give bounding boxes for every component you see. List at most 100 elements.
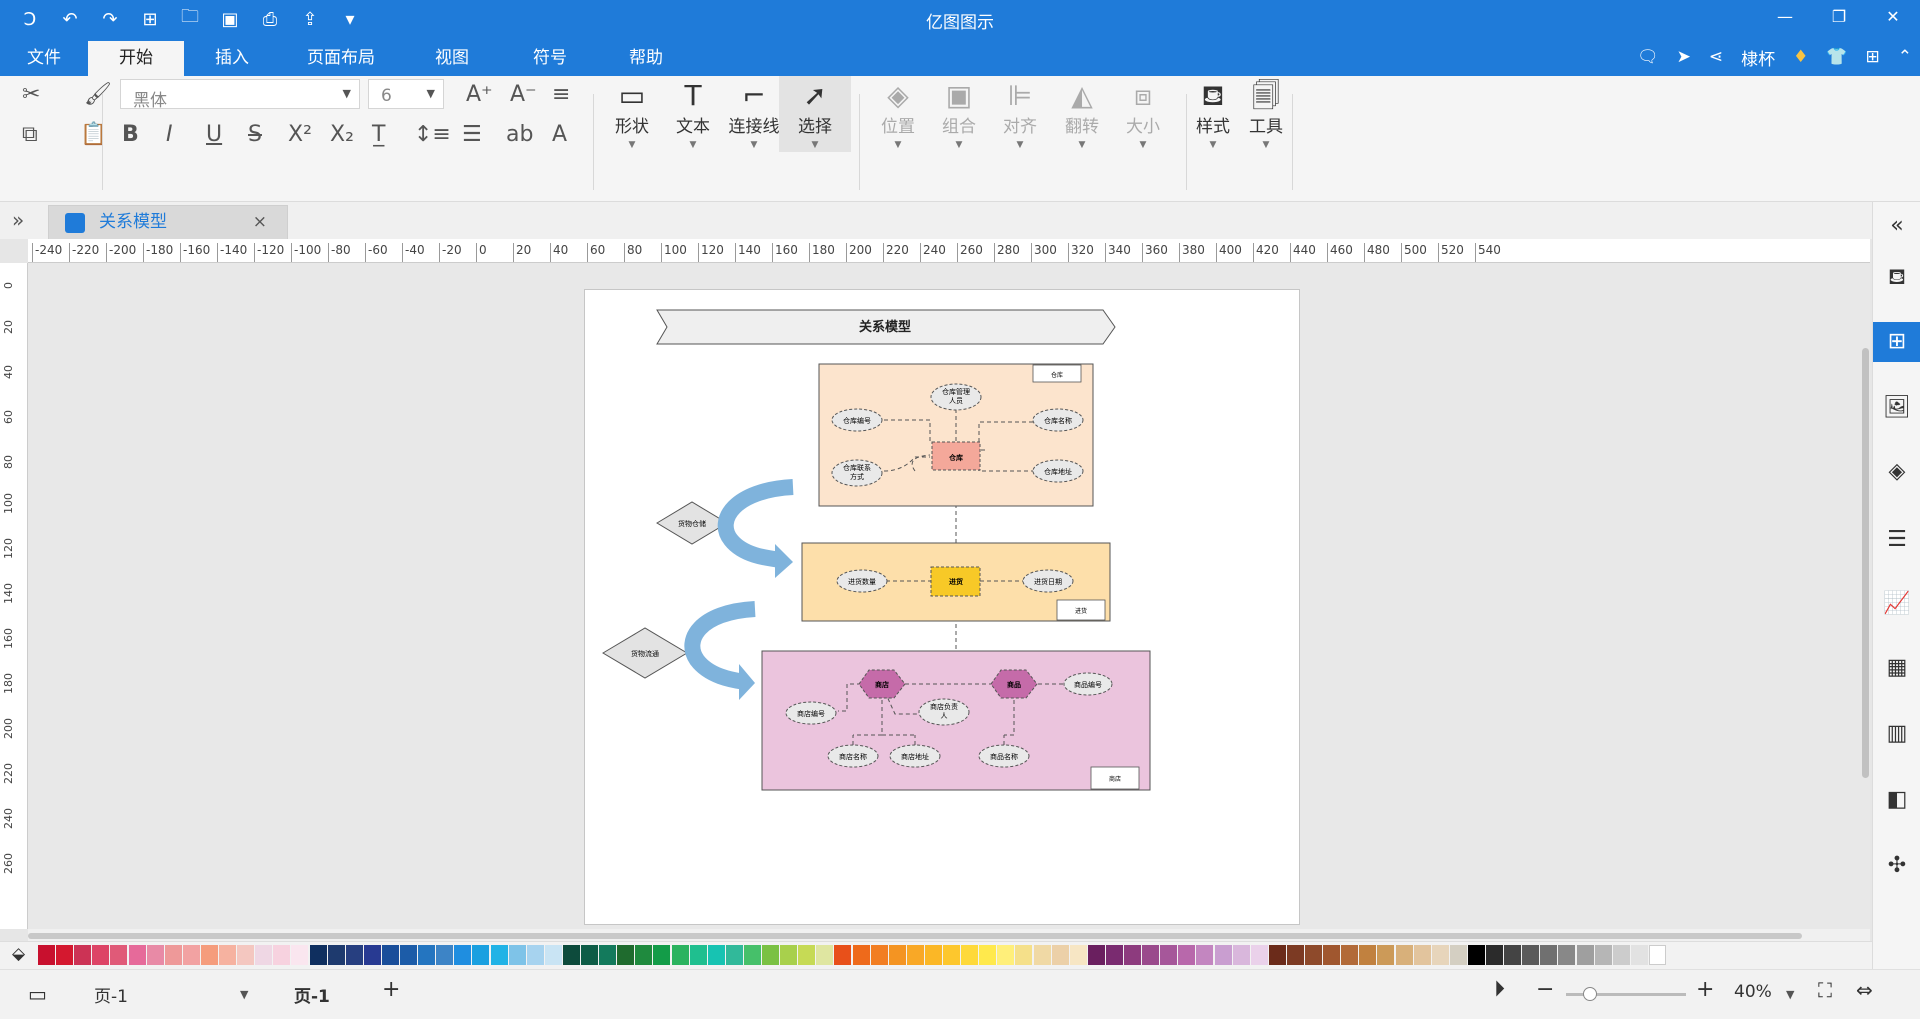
color-swatch[interactable] <box>526 945 544 965</box>
redo-icon[interactable]: ↷ <box>90 9 130 30</box>
collapse-ribbon-icon[interactable]: ⌃ <box>1898 47 1912 67</box>
color-swatch[interactable] <box>363 945 381 965</box>
color-swatch[interactable] <box>182 945 200 965</box>
color-swatch[interactable] <box>888 945 906 965</box>
color-swatch[interactable] <box>1449 945 1467 965</box>
font-family-select[interactable]: 黑体 ▼ <box>120 79 360 111</box>
table-icon[interactable]: ▦ <box>1873 648 1920 688</box>
vertical-scroll-thumb[interactable] <box>1862 348 1869 778</box>
color-swatch[interactable] <box>1105 945 1123 965</box>
horizontal-scrollbar[interactable] <box>28 929 1870 941</box>
color-swatch[interactable] <box>1522 945 1540 965</box>
page-layout-icon[interactable]: ▭ <box>28 982 47 1006</box>
menu-tab[interactable]: 插入 <box>184 41 280 76</box>
decision-storage[interactable]: 货物仓储 <box>656 501 728 545</box>
subscript-icon[interactable]: X₂ <box>330 122 354 147</box>
color-swatch[interactable] <box>1051 945 1069 965</box>
font-size-select[interactable]: 6 ▼ <box>368 79 444 109</box>
color-swatch[interactable] <box>436 945 454 965</box>
collapse-left-icon[interactable]: « <box>1873 206 1920 246</box>
color-swatch[interactable] <box>780 945 798 965</box>
text-style-icon[interactable]: T̲ <box>372 122 385 147</box>
color-swatch[interactable] <box>200 945 218 965</box>
color-swatch[interactable] <box>581 945 598 965</box>
theme-icon[interactable]: 👕 <box>1826 47 1847 67</box>
purchase-group[interactable]: 进货 进货 进货数量 进货日期 <box>801 542 1111 622</box>
color-swatch[interactable] <box>1467 945 1485 965</box>
color-swatch[interactable] <box>291 945 309 965</box>
select-pointer-button[interactable]: ➚ 选择 ▼ <box>779 76 851 152</box>
fit-page-icon[interactable]: ⛶ <box>1818 978 1832 1002</box>
color-swatch[interactable] <box>707 945 725 965</box>
color-swatch[interactable] <box>1558 945 1576 965</box>
color-swatch[interactable] <box>635 945 653 965</box>
symbols-grid-icon[interactable]: ⊞ <box>1873 322 1920 362</box>
color-swatch[interactable] <box>725 945 743 965</box>
format-painter-icon[interactable]: 🖌 <box>84 82 112 107</box>
export-icon[interactable]: ⇪ <box>290 9 330 30</box>
user-name[interactable]: 棣杯 <box>1741 45 1775 70</box>
zoom-slider[interactable] <box>1566 987 1686 1001</box>
color-swatch[interactable] <box>1395 945 1413 965</box>
color-swatch[interactable] <box>870 945 888 965</box>
color-swatch[interactable] <box>38 945 55 965</box>
color-swatch[interactable] <box>400 945 417 965</box>
color-swatch[interactable] <box>1594 945 1612 965</box>
color-swatch[interactable] <box>653 945 671 965</box>
underline-icon[interactable]: U <box>206 122 222 147</box>
paste-icon[interactable]: 📋 <box>80 122 107 147</box>
color-swatch[interactable] <box>1124 945 1141 965</box>
print-icon[interactable]: ⎙ <box>250 9 290 30</box>
color-swatch[interactable] <box>1232 945 1250 965</box>
close-tab-icon[interactable]: × <box>253 206 267 238</box>
color-swatch[interactable] <box>1630 945 1648 965</box>
color-swatch[interactable] <box>852 945 870 965</box>
minimize-icon[interactable]: — <box>1758 0 1812 34</box>
chart-icon[interactable]: 📈 <box>1873 584 1920 624</box>
strikethrough-icon[interactable]: S <box>248 122 262 147</box>
color-swatch[interactable] <box>1323 945 1341 965</box>
color-swatch[interactable] <box>472 945 490 965</box>
color-swatch[interactable] <box>689 945 707 965</box>
menu-tab[interactable]: 视图 <box>402 41 502 76</box>
page-select[interactable]: 页-1 <box>94 982 128 1007</box>
document-tab[interactable]: 关系模型 × <box>48 205 288 239</box>
menu-tab[interactable]: 符号 <box>502 41 598 76</box>
close-icon[interactable]: ✕ <box>1866 0 1920 34</box>
text-case-icon[interactable]: ab <box>506 122 533 147</box>
color-swatch[interactable] <box>1648 945 1666 965</box>
menu-tab[interactable]: 开始 <box>88 41 184 76</box>
zoom-chevron-icon[interactable]: ▼ <box>1786 988 1794 1001</box>
color-swatch[interactable] <box>1033 945 1051 965</box>
tools-button[interactable]: 🗐 工具 ▼ <box>1230 76 1302 152</box>
fill-picker-icon[interactable]: ⬙ <box>12 944 25 964</box>
share-icon[interactable]: ⋖ <box>1709 47 1723 67</box>
logo-icon[interactable]: Ɔ <box>10 9 50 30</box>
color-swatch[interactable] <box>1576 945 1594 965</box>
color-swatch[interactable] <box>345 945 363 965</box>
color-swatch[interactable] <box>309 945 327 965</box>
cut-icon[interactable]: ✂ <box>22 82 40 107</box>
color-swatch[interactable] <box>671 945 689 965</box>
color-swatch[interactable] <box>128 945 146 965</box>
color-swatch[interactable] <box>1504 945 1522 965</box>
apps-icon[interactable]: ⊞ <box>1866 47 1880 67</box>
bold-icon[interactable]: B <box>122 122 139 147</box>
color-swatch[interactable] <box>1486 945 1503 965</box>
store-group[interactable]: 商店 商店 商品 商品编号 商店编号 商店负责 人 商店名称 商店地址 商品名称 <box>761 650 1151 791</box>
color-swatch[interactable] <box>508 945 526 965</box>
color-swatch[interactable] <box>273 945 291 965</box>
zoom-in-button[interactable]: + <box>1696 977 1714 1002</box>
color-swatch[interactable] <box>1069 945 1087 965</box>
color-swatch[interactable] <box>74 945 92 965</box>
color-swatch[interactable] <box>1196 945 1214 965</box>
save-icon[interactable]: ▣ <box>210 9 250 30</box>
color-swatch[interactable] <box>743 945 761 965</box>
font-increase-icon[interactable]: A⁺ <box>466 82 493 107</box>
color-swatch[interactable] <box>237 945 255 965</box>
color-swatch[interactable] <box>92 945 110 965</box>
color-swatch[interactable] <box>1250 945 1268 965</box>
fill-bucket-icon[interactable]: ⛾ <box>1873 258 1920 298</box>
line-spacing-icon[interactable]: ↕≡ <box>414 122 451 147</box>
comment-icon[interactable]: 🗨 <box>1637 47 1659 67</box>
